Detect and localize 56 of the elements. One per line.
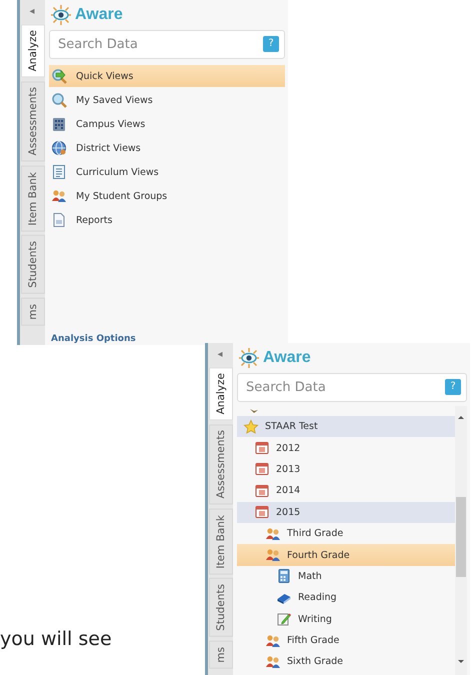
calendar-icon [254, 440, 270, 456]
scrollbar[interactable] [455, 406, 467, 675]
nav-item[interactable]: Reports [49, 209, 285, 231]
caption-text: you will see [0, 628, 112, 650]
calculator-icon [276, 568, 292, 584]
nav-item[interactable]: My Student Groups [49, 185, 285, 207]
nav-item[interactable]: Quick Views [49, 65, 285, 87]
tree-item[interactable]: 2015 [237, 502, 455, 523]
tree-item[interactable]: Fifth Grade [237, 630, 455, 652]
tree-item[interactable]: 2013 [237, 458, 455, 480]
side-tab[interactable]: Item Bank [209, 508, 233, 574]
logo-text: Aware [263, 349, 311, 367]
people-icon [265, 547, 281, 564]
side-tab[interactable]: ms [209, 641, 233, 669]
nav-item[interactable]: Curriculum Views [49, 161, 285, 183]
partial-icon [249, 408, 259, 414]
nav-item[interactable]: District Views [49, 137, 285, 159]
tree-item[interactable]: Sixth Grade [237, 651, 455, 673]
side-tab[interactable]: Analyze [209, 367, 233, 420]
logo-text: Aware [75, 6, 123, 24]
nav-item[interactable]: Campus Views [49, 113, 285, 135]
tree-item[interactable]: Third Grade [237, 522, 455, 544]
eye-logo-icon [49, 4, 73, 26]
tree-item[interactable]: Math [237, 566, 455, 588]
side-tab[interactable]: Assessments [209, 424, 233, 505]
side-tab[interactable]: Students [21, 235, 45, 294]
side-tab[interactable]: Assessments [21, 81, 45, 162]
calendar-icon [254, 482, 270, 499]
document-icon [51, 164, 67, 180]
tree-item[interactable]: Fourth Grade [237, 544, 455, 566]
side-tab[interactable]: Item Bank [21, 166, 45, 232]
collapse-arrow[interactable]: ◂ [25, 4, 39, 20]
tree-item[interactable]: 2012 [237, 437, 455, 459]
collapse-arrow[interactable]: ◂ [213, 347, 227, 363]
building-icon [51, 116, 67, 132]
side-tab[interactable]: Students [209, 578, 233, 638]
people-icon [265, 526, 281, 542]
people-icon [265, 654, 281, 670]
tree-item[interactable]: 2014 [237, 480, 455, 502]
people-icon [265, 632, 281, 649]
people-icon [51, 188, 67, 204]
side-tab[interactable]: Analyze [21, 24, 45, 78]
globe-icon [51, 140, 67, 156]
magnifier-icon [51, 92, 67, 108]
nav-item[interactable]: My Saved Views [49, 89, 285, 111]
tree-item[interactable]: Writing [237, 608, 455, 630]
calendar-icon [254, 461, 270, 478]
calendar-icon [254, 504, 270, 520]
note-pencil-icon [276, 611, 292, 628]
tree-item[interactable]: STAAR Test [237, 416, 455, 438]
side-tab[interactable]: ms [21, 298, 45, 326]
report-icon [51, 212, 67, 228]
eye-logo-icon [237, 347, 261, 369]
star-icon [243, 418, 259, 435]
tree-item[interactable]: Reading [237, 587, 455, 609]
section-heading: Analysis Options [50, 334, 137, 345]
